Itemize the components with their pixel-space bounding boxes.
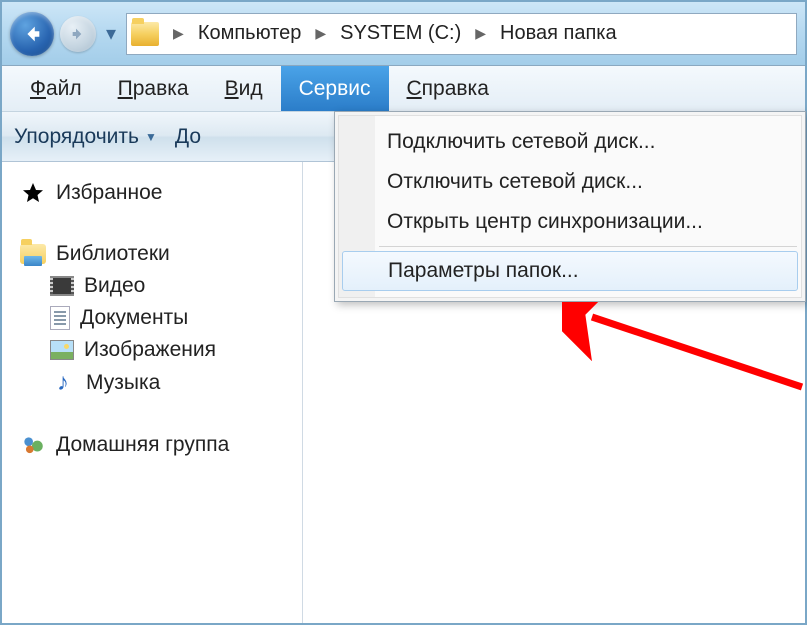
menu-map-network-drive[interactable]: Подключить сетевой диск... [339,122,801,162]
breadcrumb-item[interactable]: Новая папка [496,20,621,47]
organize-button[interactable]: Упорядочить ▼ [14,125,157,149]
breadcrumb-separator: ▶ [167,25,190,42]
sidebar-videos[interactable]: Видео [20,270,294,302]
menu-bar: Файл Правка Вид Сервис Справка [2,66,805,112]
folder-icon [131,22,159,46]
menu-tools[interactable]: Сервис [281,66,389,111]
sidebar-favorites[interactable]: Избранное [20,176,294,210]
address-bar[interactable]: ▶ Компьютер ▶ SYSTEM (C:) ▶ Новая папка [126,13,797,55]
explorer-window: ▾ ▶ Компьютер ▶ SYSTEM (C:) ▶ Новая папк… [0,0,807,625]
music-icon: ♪ [50,370,76,396]
menu-open-sync-center[interactable]: Открыть центр синхронизации... [339,202,801,242]
arrow-left-icon [21,23,43,45]
menu-separator [379,246,797,247]
chevron-down-icon: ▼ [145,130,157,144]
tools-dropdown-menu: Подключить сетевой диск... Отключить сет… [334,111,806,302]
history-dropdown[interactable]: ▾ [102,21,120,46]
sidebar-homegroup[interactable]: Домашняя группа [20,428,294,462]
sidebar-music[interactable]: ♪ Музыка [20,366,294,400]
star-icon [20,180,46,206]
menu-disconnect-network-drive[interactable]: Отключить сетевой диск... [339,162,801,202]
back-button[interactable] [10,12,54,56]
document-icon [50,306,70,330]
breadcrumb-separator: ▶ [309,25,332,42]
menu-view[interactable]: Вид [207,66,281,111]
breadcrumb-item[interactable]: SYSTEM (C:) [336,20,465,47]
video-icon [50,276,74,296]
sidebar-documents[interactable]: Документы [20,302,294,334]
sidebar-images[interactable]: Изображения [20,334,294,366]
image-icon [50,340,74,360]
libraries-icon [20,244,46,264]
navigation-pane: Избранное Библиотеки Видео Документы [2,162,302,623]
menu-file[interactable]: Файл [12,66,100,111]
menu-help[interactable]: Справка [389,66,507,111]
menu-folder-options[interactable]: Параметры папок... [342,251,798,291]
arrow-right-icon [70,26,86,42]
nav-bar: ▾ ▶ Компьютер ▶ SYSTEM (C:) ▶ Новая папк… [2,2,805,66]
sidebar-libraries[interactable]: Библиотеки [20,238,294,270]
forward-button[interactable] [60,16,96,52]
menu-edit[interactable]: Правка [100,66,207,111]
homegroup-icon [20,432,46,458]
breadcrumb-separator: ▶ [469,25,492,42]
breadcrumb-item[interactable]: Компьютер [194,20,306,47]
toolbar-button-truncated[interactable]: До [175,125,201,149]
organize-label: Упорядочить [14,125,139,149]
